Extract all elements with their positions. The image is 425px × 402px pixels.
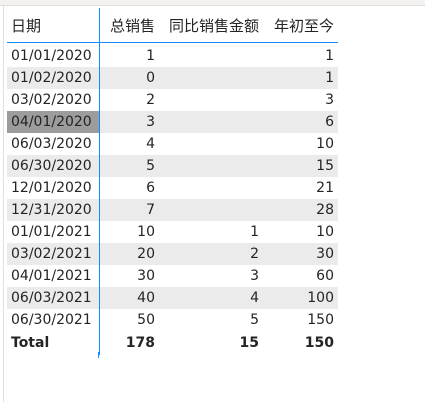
table-body: 01/01/2020 1 1 01/02/2020 0 1 03/02/2020 2 3 04/0…: [7, 42, 338, 331]
yoy-sales-cell[interactable]: [159, 111, 263, 133]
table-row[interactable]: 01/01/2020 1 1: [7, 42, 338, 68]
ytd-cell[interactable]: 150: [263, 309, 338, 331]
yoy-sales-cell[interactable]: 2: [159, 243, 263, 265]
canvas-left-edge: [3, 6, 4, 402]
ytd-cell[interactable]: 15: [263, 155, 338, 177]
total-label: Total: [7, 331, 100, 355]
table-row[interactable]: 12/01/2020 6 21: [7, 177, 338, 199]
ytd-cell[interactable]: 1: [263, 67, 338, 89]
column-header-total-sales[interactable]: 总销售: [99, 8, 159, 43]
report-canvas: 日期 总销售 同比销售金额 年初至今 01/01/2020 1 1 01/02/202…: [0, 0, 425, 402]
date-cell[interactable]: 01/01/2021: [7, 221, 100, 243]
total-yoy-sum: 15: [159, 331, 263, 355]
total-sales-cell[interactable]: 40: [99, 287, 159, 309]
ytd-cell[interactable]: 60: [263, 265, 338, 287]
table-row[interactable]: 03/02/2021 20 2 30: [7, 243, 338, 265]
yoy-sales-cell[interactable]: 4: [159, 287, 263, 309]
column-header-date[interactable]: 日期: [7, 8, 100, 43]
top-toolbar-strip: [0, 0, 425, 6]
table-row[interactable]: 06/03/2021 40 4 100: [7, 287, 338, 309]
yoy-sales-cell[interactable]: [159, 89, 263, 111]
sales-table: 日期 总销售 同比销售金额 年初至今 01/01/2020 1 1 01/02/202…: [7, 8, 338, 355]
date-cell[interactable]: 06/30/2020: [7, 155, 100, 177]
ytd-cell[interactable]: 100: [263, 287, 338, 309]
total-sales-sum: 178: [99, 331, 159, 355]
date-cell[interactable]: 04/01/2021: [7, 265, 100, 287]
total-sales-cell[interactable]: 50: [99, 309, 159, 331]
column-divider-extension: [98, 352, 99, 358]
ytd-cell[interactable]: 6: [263, 111, 338, 133]
total-sales-cell[interactable]: 7: [99, 199, 159, 221]
total-sales-cell[interactable]: 3: [99, 111, 159, 133]
table-row[interactable]: 06/30/2021 50 5 150: [7, 309, 338, 331]
ytd-cell[interactable]: 30: [263, 243, 338, 265]
table-row[interactable]: 04/01/2021 30 3 60: [7, 265, 338, 287]
ytd-cell[interactable]: 10: [263, 221, 338, 243]
date-cell[interactable]: 12/31/2020: [7, 199, 100, 221]
column-header-ytd[interactable]: 年初至今: [263, 8, 338, 43]
total-sales-cell[interactable]: 1: [99, 43, 159, 68]
table-row[interactable]: 06/30/2020 5 15: [7, 155, 338, 177]
date-cell[interactable]: 04/01/2020: [7, 111, 100, 133]
date-cell[interactable]: 06/03/2021: [7, 287, 100, 309]
table-visual[interactable]: 日期 总销售 同比销售金额 年初至今 01/01/2020 1 1 01/02/202…: [7, 8, 338, 355]
column-header-yoy-sales[interactable]: 同比销售金额: [159, 8, 263, 43]
yoy-sales-cell[interactable]: 5: [159, 309, 263, 331]
table-row[interactable]: 04/01/2020 3 6: [7, 111, 338, 133]
date-cell[interactable]: 01/02/2020: [7, 67, 100, 89]
yoy-sales-cell[interactable]: [159, 199, 263, 221]
total-sales-cell[interactable]: 5: [99, 155, 159, 177]
table-row[interactable]: 01/01/2021 10 1 10: [7, 221, 338, 243]
yoy-sales-cell[interactable]: [159, 155, 263, 177]
ytd-cell[interactable]: 21: [263, 177, 338, 199]
total-sales-cell[interactable]: 10: [99, 221, 159, 243]
total-sales-cell[interactable]: 4: [99, 133, 159, 155]
yoy-sales-cell[interactable]: 1: [159, 221, 263, 243]
total-sales-cell[interactable]: 0: [99, 67, 159, 89]
date-cell[interactable]: 03/02/2021: [7, 243, 100, 265]
yoy-sales-cell[interactable]: [159, 43, 263, 68]
table-row[interactable]: 03/02/2020 2 3: [7, 89, 338, 111]
ytd-cell[interactable]: 10: [263, 133, 338, 155]
total-ytd-sum: 150: [263, 331, 338, 355]
ytd-cell[interactable]: 1: [263, 43, 338, 68]
date-cell[interactable]: 03/02/2020: [7, 89, 100, 111]
table-row[interactable]: 01/02/2020 0 1: [7, 67, 338, 89]
date-cell[interactable]: 06/03/2020: [7, 133, 100, 155]
yoy-sales-cell[interactable]: [159, 133, 263, 155]
date-cell[interactable]: 01/01/2020: [7, 42, 100, 67]
total-sales-cell[interactable]: 6: [99, 177, 159, 199]
total-sales-cell[interactable]: 30: [99, 265, 159, 287]
table-row[interactable]: 12/31/2020 7 28: [7, 199, 338, 221]
total-sales-cell[interactable]: 20: [99, 243, 159, 265]
date-cell[interactable]: 12/01/2020: [7, 177, 100, 199]
yoy-sales-cell[interactable]: 3: [159, 265, 263, 287]
ytd-cell[interactable]: 28: [263, 199, 338, 221]
yoy-sales-cell[interactable]: [159, 177, 263, 199]
date-cell[interactable]: 06/30/2021: [7, 309, 100, 331]
header-row: 日期 总销售 同比销售金额 年初至今: [7, 8, 338, 43]
total-sales-cell[interactable]: 2: [99, 89, 159, 111]
yoy-sales-cell[interactable]: [159, 67, 263, 89]
total-row: Total 178 15 150: [7, 331, 338, 355]
ytd-cell[interactable]: 3: [263, 89, 338, 111]
table-row[interactable]: 06/03/2020 4 10: [7, 133, 338, 155]
